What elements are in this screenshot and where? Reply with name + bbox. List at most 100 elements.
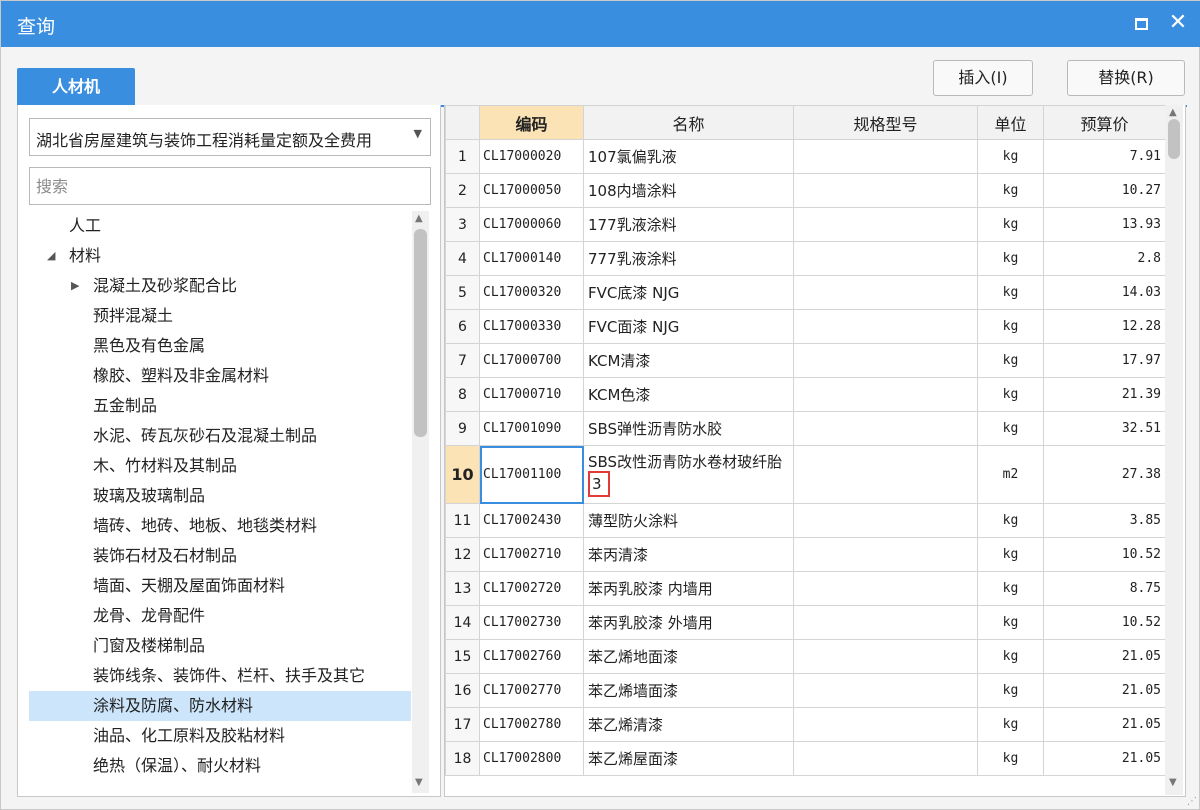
row-number-cell[interactable]: 2	[445, 173, 480, 208]
price-cell[interactable]: 27.38	[1043, 445, 1166, 504]
tree-scroll-thumb[interactable]	[414, 229, 427, 437]
price-cell[interactable]: 8.75	[1043, 571, 1166, 606]
unit-cell[interactable]: kg	[977, 343, 1044, 378]
tree-item[interactable]: 黑色及有色金属	[29, 331, 411, 361]
tree-item[interactable]: 木、竹材料及其制品	[29, 451, 411, 481]
row-number-cell[interactable]: 17	[445, 707, 480, 742]
spec-cell[interactable]	[793, 173, 978, 208]
spec-cell[interactable]	[793, 537, 978, 572]
code-cell[interactable]: CL17001100	[479, 445, 584, 504]
row-number-cell[interactable]: 11	[445, 503, 480, 538]
tree-item[interactable]: 绝热（保温）、耐火材料	[29, 751, 411, 781]
unit-cell[interactable]: kg	[977, 707, 1044, 742]
unit-cell[interactable]: kg	[977, 741, 1044, 776]
unit-cell[interactable]: kg	[977, 275, 1044, 310]
title-bar[interactable]: 查询 ✕	[1, 1, 1200, 47]
row-number-cell[interactable]: 14	[445, 605, 480, 640]
price-cell[interactable]: 14.03	[1043, 275, 1166, 310]
spec-cell[interactable]	[793, 503, 978, 538]
table-row[interactable]: 15 CL17002760 苯乙烯地面漆 kg 21.05	[445, 639, 1166, 674]
row-number-cell[interactable]: 18	[445, 741, 480, 776]
header-price[interactable]: 预算价	[1043, 105, 1166, 140]
name-cell[interactable]: 苯丙乳胶漆 内墙用	[583, 571, 794, 606]
spec-cell[interactable]	[793, 741, 978, 776]
spec-cell[interactable]	[793, 707, 978, 742]
name-cell[interactable]: 苯乙烯墙面漆	[583, 673, 794, 708]
tree-scrollbar[interactable]: ▲ ▼	[412, 211, 429, 793]
maximize-icon[interactable]	[1129, 11, 1155, 37]
tree-item[interactable]: 墙面、天棚及屋面饰面材料	[29, 571, 411, 601]
tree-item[interactable]: 龙骨、龙骨配件	[29, 601, 411, 631]
table-row[interactable]: 11 CL17002430 薄型防火涂料 kg 3.85	[445, 503, 1166, 538]
price-cell[interactable]: 21.05	[1043, 707, 1166, 742]
tree-item[interactable]: 水泥、砖瓦灰砂石及混凝土制品	[29, 421, 411, 451]
price-cell[interactable]: 17.97	[1043, 343, 1166, 378]
tree-item[interactable]: 橡胶、塑料及非金属材料	[29, 361, 411, 391]
scroll-down-icon[interactable]: ▼	[1169, 777, 1177, 788]
code-cell[interactable]: CL17000020	[479, 139, 584, 174]
code-cell[interactable]: CL17002720	[479, 571, 584, 606]
unit-cell[interactable]: kg	[977, 241, 1044, 276]
scroll-up-icon[interactable]: ▲	[1169, 107, 1177, 118]
spec-cell[interactable]	[793, 275, 978, 310]
unit-cell[interactable]: kg	[977, 537, 1044, 572]
table-row[interactable]: 7 CL17000700 KCM清漆 kg 17.97	[445, 343, 1166, 378]
tree-item[interactable]: 玻璃及玻璃制品	[29, 481, 411, 511]
spec-cell[interactable]	[793, 411, 978, 446]
replace-button[interactable]: 替换(R)	[1067, 60, 1185, 96]
tab-materials[interactable]: 人材机	[17, 68, 135, 106]
name-cell[interactable]: 薄型防火涂料	[583, 503, 794, 538]
code-cell[interactable]: CL17000710	[479, 377, 584, 412]
header-code[interactable]: 编码	[479, 105, 584, 140]
spec-cell[interactable]	[793, 639, 978, 674]
price-cell[interactable]: 10.52	[1043, 605, 1166, 640]
header-unit[interactable]: 单位	[977, 105, 1044, 140]
table-row[interactable]: 13 CL17002720 苯丙乳胶漆 内墙用 kg 8.75	[445, 571, 1166, 606]
table-row[interactable]: 9 CL17001090 SBS弹性沥青防水胶 kg 32.51	[445, 411, 1166, 446]
quota-library-select[interactable]: 湖北省房屋建筑与装饰工程消耗量定额及全费用 ▼	[29, 118, 431, 156]
spec-cell[interactable]	[793, 207, 978, 242]
code-cell[interactable]: CL17002710	[479, 537, 584, 572]
row-number-cell[interactable]: 6	[445, 309, 480, 344]
code-cell[interactable]: CL17002730	[479, 605, 584, 640]
table-row[interactable]: 3 CL17000060 177乳液涂料 kg 13.93	[445, 207, 1166, 242]
spec-cell[interactable]	[793, 673, 978, 708]
spec-cell[interactable]	[793, 445, 978, 504]
table-row[interactable]: 8 CL17000710 KCM色漆 kg 21.39	[445, 377, 1166, 412]
unit-cell[interactable]: kg	[977, 673, 1044, 708]
code-cell[interactable]: CL17001090	[479, 411, 584, 446]
tree-item[interactable]: 涂料及防腐、防水材料	[29, 691, 411, 721]
price-cell[interactable]: 13.93	[1043, 207, 1166, 242]
spec-cell[interactable]	[793, 139, 978, 174]
table-row[interactable]: 4 CL17000140 777乳液涂料 kg 2.8	[445, 241, 1166, 276]
price-cell[interactable]: 10.52	[1043, 537, 1166, 572]
code-cell[interactable]: CL17000700	[479, 343, 584, 378]
search-input[interactable]	[29, 167, 431, 205]
spec-cell[interactable]	[793, 605, 978, 640]
name-cell[interactable]: 苯乙烯屋面漆	[583, 741, 794, 776]
tree-item[interactable]: 油品、化工原料及胶粘材料	[29, 721, 411, 751]
tree-item[interactable]: 五金制品	[29, 391, 411, 421]
name-cell[interactable]: SBS改性沥青防水卷材玻纤胎3	[583, 445, 794, 504]
tree-item[interactable]: 墙砖、地砖、地板、地毯类材料	[29, 511, 411, 541]
scroll-down-icon[interactable]: ▼	[415, 777, 423, 788]
tree-item[interactable]: 预拌混凝土	[29, 301, 411, 331]
resize-grip-icon[interactable]: ⋰	[1187, 796, 1197, 807]
name-cell[interactable]: 108内墙涂料	[583, 173, 794, 208]
code-cell[interactable]: CL17002430	[479, 503, 584, 538]
tree-item[interactable]: ◢ 材料	[29, 241, 411, 271]
name-cell[interactable]: FVC面漆 NJG	[583, 309, 794, 344]
unit-cell[interactable]: kg	[977, 605, 1044, 640]
table-row[interactable]: 1 CL17000020 107氯偏乳液 kg 7.91	[445, 139, 1166, 174]
name-cell[interactable]: KCM清漆	[583, 343, 794, 378]
table-row[interactable]: 10 CL17001100 SBS改性沥青防水卷材玻纤胎3 m2 27.38	[445, 445, 1166, 504]
code-cell[interactable]: CL17000330	[479, 309, 584, 344]
unit-cell[interactable]: kg	[977, 309, 1044, 344]
grid-scrollbar[interactable]: ▲ ▼	[1165, 105, 1183, 795]
row-number-cell[interactable]: 15	[445, 639, 480, 674]
table-row[interactable]: 18 CL17002800 苯乙烯屋面漆 kg 21.05	[445, 741, 1166, 776]
name-cell[interactable]: 苯乙烯地面漆	[583, 639, 794, 674]
name-cell[interactable]: 107氯偏乳液	[583, 139, 794, 174]
code-cell[interactable]: CL17002800	[479, 741, 584, 776]
spec-cell[interactable]	[793, 241, 978, 276]
